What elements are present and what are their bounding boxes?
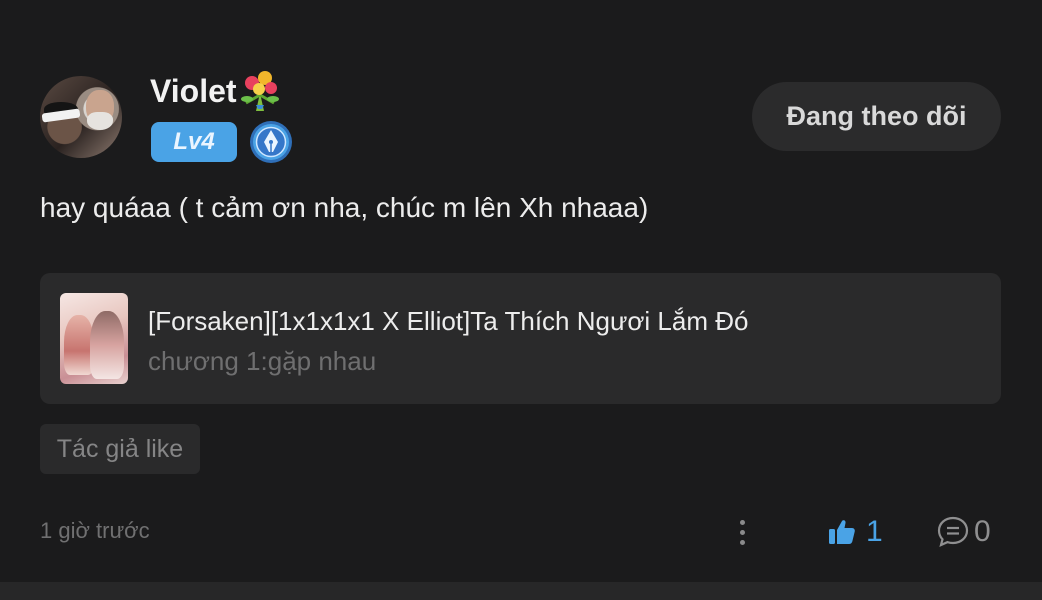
more-options-button[interactable]: [728, 512, 756, 552]
story-chapter: chương 1:gặp nhau: [148, 346, 377, 376]
thumbs-up-icon: [829, 520, 855, 544]
story-title: [Forsaken][1x1x1x1 X Elliot]Ta Thích Ngư…: [148, 306, 749, 336]
avatar[interactable]: [40, 76, 122, 158]
section-divider: [0, 582, 1042, 600]
pen-nib-badge-icon: [250, 121, 292, 163]
reply-count: 0: [974, 515, 991, 548]
flower-bouquet-icon: [240, 71, 279, 111]
level-badge: Lv4: [151, 122, 237, 162]
story-cover-image: [60, 293, 128, 384]
vertical-dots-icon: [739, 519, 745, 525]
timestamp: 1 giờ trước: [40, 518, 150, 543]
username-text: Violet: [150, 72, 237, 109]
like-count: 1: [866, 515, 883, 548]
author-like-tag: Tác giả like: [40, 424, 200, 474]
following-button[interactable]: Đang theo dõi: [752, 82, 1001, 151]
like-button[interactable]: 1: [828, 512, 883, 552]
speech-bubble-icon: [937, 516, 969, 547]
comment-text: hay quáaa ( t cảm ơn nha, chúc m lên Xh …: [40, 192, 649, 223]
username[interactable]: Violet: [150, 70, 282, 112]
story-card[interactable]: [Forsaken][1x1x1x1 X Elliot]Ta Thích Ngư…: [40, 273, 1001, 404]
reply-button[interactable]: 0: [936, 512, 991, 552]
